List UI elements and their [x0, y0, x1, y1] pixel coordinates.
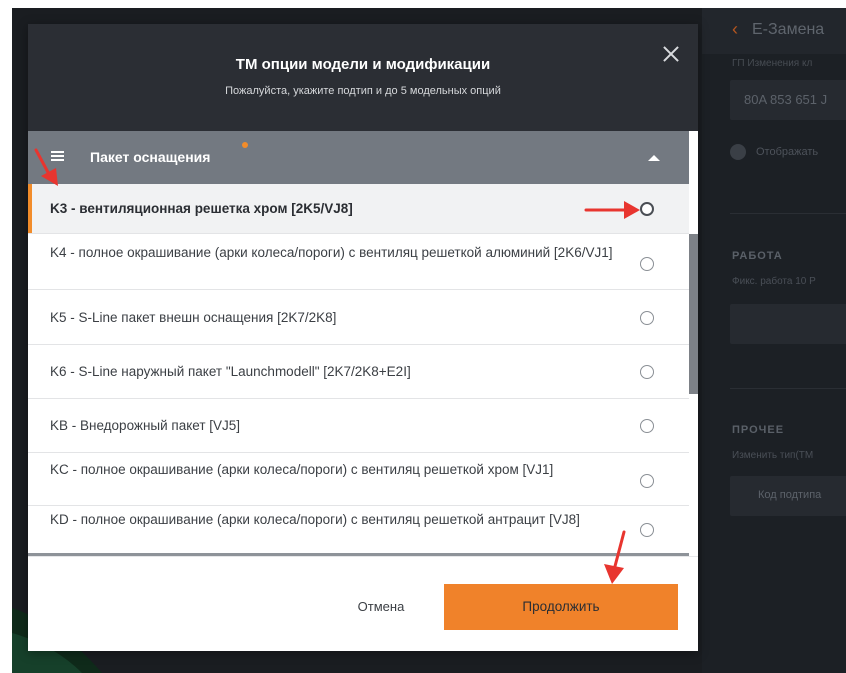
modal-header: ТМ опции модели и модификации Пожалуйста… [28, 24, 698, 131]
radio-button[interactable] [640, 365, 654, 379]
required-dot-icon [242, 142, 248, 148]
list-item[interactable]: K6 - S-Line наружный пакет "Launchmodell… [28, 345, 689, 399]
options-modal: ТМ опции модели и модификации Пожалуйста… [28, 24, 698, 651]
background-other-sub: Изменить тип(ТМ [732, 450, 814, 461]
scrollbar-thumb[interactable] [689, 234, 698, 394]
option-label: K5 - S-Line пакет внешн оснащения [2K7/2… [50, 310, 337, 325]
list-item[interactable]: KC - полное окрашивание (арки колеса/пор… [28, 453, 689, 506]
list-item[interactable]: K4 - полное окрашивание (арки колеса/пор… [28, 234, 689, 290]
options-list: K3 - вентиляционная решетка хром [2K5/VJ… [28, 184, 689, 555]
background-header: ‹ E-Замена [702, 8, 846, 54]
background-toggle [730, 144, 746, 160]
background-title: E-Замена [752, 21, 825, 38]
modal-title: ТМ опции модели и модификации [235, 56, 491, 73]
modal-footer: Отмена Продолжить [28, 556, 698, 651]
group-title: Пакет оснащения [90, 149, 211, 165]
group-header-equipment-package[interactable]: Пакет оснащения [28, 131, 689, 184]
background-section-work: РАБОТА [732, 250, 783, 262]
radio-button[interactable] [640, 257, 654, 271]
chevron-up-icon[interactable] [648, 155, 660, 161]
option-label: K4 - полное окрашивание (арки колеса/пор… [50, 245, 613, 260]
list-item[interactable]: K5 - S-Line пакет внешн оснащения [2K7/2… [28, 290, 689, 345]
list-item[interactable]: KB - Внедорожный пакет [VJ5] [28, 399, 689, 453]
list-item[interactable]: K3 - вентиляционная решетка хром [2K5/VJ… [28, 184, 689, 234]
background-subtype-label: Код подтипа [758, 489, 822, 501]
background-work-field [730, 304, 846, 344]
selected-indicator-bar [28, 184, 32, 233]
background-divider [730, 213, 846, 214]
close-icon[interactable] [660, 43, 682, 65]
background-divider [730, 388, 846, 389]
option-label: KD - полное окрашивание (арки колеса/пор… [50, 512, 580, 527]
radio-button[interactable] [640, 202, 654, 216]
list-item[interactable]: KD - полное окрашивание (арки колеса/пор… [28, 506, 689, 555]
modal-subtitle: Пожалуйста, укажите подтип и до 5 модель… [225, 85, 501, 97]
back-chevron-icon: ‹ [732, 19, 738, 39]
option-label: K6 - S-Line наружный пакет "Launchmodell… [50, 364, 411, 379]
option-label: K3 - вентиляционная решетка хром [2K5/VJ… [50, 201, 353, 216]
cancel-button[interactable]: Отмена [326, 592, 436, 622]
radio-button[interactable] [640, 474, 654, 488]
radio-button[interactable] [640, 311, 654, 325]
option-label: KB - Внедорожный пакет [VJ5] [50, 418, 241, 433]
radio-button[interactable] [640, 523, 654, 537]
background-section-other: ПРОЧЕЕ [732, 424, 785, 436]
menu-icon [51, 151, 64, 161]
background-work-sub: Фикс. работа 10 Р [732, 276, 816, 287]
background-toggle-label: Отображать [756, 146, 819, 158]
background-part-value: 80A 853 651 J [744, 92, 828, 107]
background-subtype-button: Код подтипа [730, 476, 846, 516]
background-field-label: ГП Изменения кл [732, 58, 813, 69]
radio-button[interactable] [640, 419, 654, 433]
background-side-panel: ‹ E-Замена ГП Изменения кл 80A 853 651 J… [702, 8, 846, 673]
background-part-field: 80A 853 651 J [730, 80, 846, 120]
option-label: KC - полное окрашивание (арки колеса/пор… [50, 462, 554, 477]
continue-button[interactable]: Продолжить [444, 584, 678, 630]
